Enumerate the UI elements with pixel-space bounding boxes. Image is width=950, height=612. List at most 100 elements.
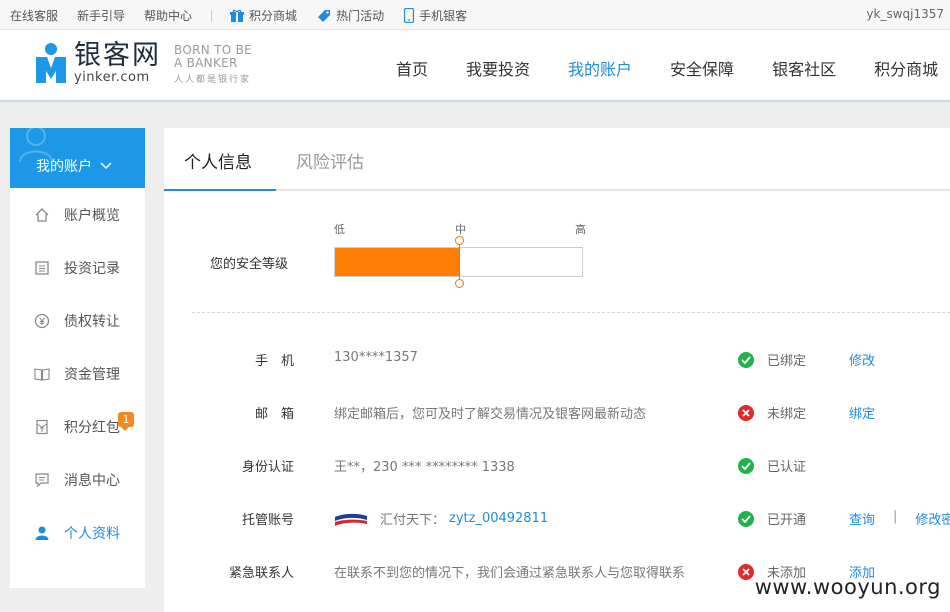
info-row-identity: 身份认证 王**，230 *** ******** 1338 已认证 xyxy=(164,453,950,477)
topbar-divider xyxy=(211,9,213,22)
sidebar-item-label: 资金管理 xyxy=(64,366,120,383)
custody-account-number[interactable]: zytz_00492811 xyxy=(449,511,548,526)
bind-email-link[interactable]: 绑定 xyxy=(849,403,875,422)
tab-risk-assessment[interactable]: 风险评估 xyxy=(296,148,364,173)
row-status: 已认证 xyxy=(738,456,806,475)
user-icon xyxy=(34,525,50,541)
tag-icon xyxy=(318,9,331,22)
nav-my-account[interactable]: 我的账户 xyxy=(568,56,632,80)
sidebar-item-points-red-packet[interactable]: 积分红包 1 xyxy=(10,400,145,453)
query-account-link[interactable]: 查询 xyxy=(849,509,875,528)
change-password-link[interactable]: 修改密码 xyxy=(915,509,950,528)
security-level-fill xyxy=(335,248,459,276)
status-text: 未绑定 xyxy=(767,407,807,422)
sidebar-item-label: 投资记录 xyxy=(64,260,120,277)
nav-home[interactable]: 首页 xyxy=(396,56,428,80)
row-value: 绑定邮箱后，您可及时了解交易情况及银客网最新动态 xyxy=(334,407,647,422)
points-mall-label: 积分商城 xyxy=(249,9,298,23)
check-circle-icon xyxy=(738,457,754,474)
sidebar-item-message-center[interactable]: 消息中心 xyxy=(10,453,145,506)
sidebar-item-label: 债权转让 xyxy=(64,313,120,330)
notification-badge: 1 xyxy=(118,412,134,431)
error-circle-icon xyxy=(738,404,754,421)
row-actions: 查询 | 修改密码 xyxy=(849,509,950,528)
row-status: 已绑定 xyxy=(738,350,806,369)
beginner-guide-link[interactable]: 新手引导 xyxy=(77,7,125,24)
row-actions: 绑定 xyxy=(849,403,875,422)
section-divider xyxy=(192,312,950,313)
row-value: 王**，230 *** ******** 1338 xyxy=(334,460,515,475)
security-level-bar xyxy=(334,236,583,288)
nav-community[interactable]: 银客社区 xyxy=(772,56,836,80)
info-row-custody-account: 托管账号 汇付天下： zytz_00492811 已开通 查询 | 修改密码 xyxy=(164,506,950,530)
modify-phone-link[interactable]: 修改 xyxy=(849,350,875,369)
status-text: 已绑定 xyxy=(767,354,807,369)
sidebar-item-label: 消息中心 xyxy=(64,472,120,489)
book-icon xyxy=(34,366,50,382)
row-key: 身份认证 xyxy=(241,460,294,475)
site-logo[interactable]: 银客网 yinker.com xyxy=(34,41,161,85)
chevron-down-icon xyxy=(100,162,112,170)
watermark: www.wooyun.org xyxy=(754,575,941,599)
slogan-chinese: 人人都是银行家 xyxy=(174,75,252,85)
site-header: 银客网 yinker.com BORN TO BE A BANKER 人人都是银… xyxy=(0,30,950,102)
points-mall-link[interactable]: 积分商城 xyxy=(230,7,297,24)
help-center-link[interactable]: 帮助中心 xyxy=(144,7,192,24)
row-value: 在联系不到您的情况下，我们会通过紧急联系人与您取得联系 xyxy=(334,566,686,581)
gift-icon xyxy=(230,9,245,22)
status-text: 已开通 xyxy=(767,513,807,528)
nav-invest[interactable]: 我要投资 xyxy=(466,56,530,80)
error-circle-icon xyxy=(738,563,754,580)
action-separator: | xyxy=(893,509,898,524)
check-circle-icon xyxy=(738,351,754,368)
phone-icon xyxy=(404,8,415,23)
hot-events-label: 热门活动 xyxy=(336,9,385,23)
sidebar-item-personal-profile[interactable]: 个人资料 xyxy=(10,506,145,559)
sidebar-item-label: 账户概览 xyxy=(64,207,120,224)
tab-bar: 个人信息 风险评估 xyxy=(164,128,950,191)
mobile-app-label: 手机银客 xyxy=(419,9,468,23)
row-value: 130****1357 xyxy=(334,350,418,365)
custody-provider: 汇付天下： xyxy=(380,513,446,528)
account-sidebar: 我的账户 账户概览 投资记录 债权转让 资金管理 积分红包 1 消息中心 个人资… xyxy=(10,128,145,588)
row-key: 手 机 xyxy=(254,354,294,369)
logo-domain: yinker.com xyxy=(74,70,150,85)
status-text: 已认证 xyxy=(767,460,807,475)
online-service-link[interactable]: 在线客服 xyxy=(10,7,58,24)
tick-low: 低 xyxy=(334,223,345,236)
row-actions: 修改 xyxy=(849,350,875,369)
tick-high: 高 xyxy=(575,223,586,236)
chinapnr-logo-icon xyxy=(335,513,367,526)
sidebar-item-label: 积分红包 xyxy=(64,419,120,436)
slogan-line-2: A BANKER xyxy=(174,56,238,70)
row-status: 已开通 xyxy=(738,509,806,528)
check-circle-icon xyxy=(738,510,754,527)
row-status: 未绑定 xyxy=(738,403,806,422)
sidebar-header[interactable]: 我的账户 xyxy=(10,128,145,188)
row-key: 邮 箱 xyxy=(254,407,294,422)
security-level-label: 您的安全等级 xyxy=(210,257,289,272)
sidebar-title: 我的账户 xyxy=(36,159,92,175)
username-link[interactable]: yk_swqj1357 xyxy=(866,7,944,21)
info-row-phone: 手 机 130****1357 已绑定 修改 xyxy=(164,347,950,371)
nav-points-mall[interactable]: 积分商城 xyxy=(874,56,938,80)
sidebar-item-overview[interactable]: 账户概览 xyxy=(10,188,145,241)
row-value: 汇付天下： zytz_00492811 xyxy=(334,509,548,528)
main-panel: 个人信息 风险评估 您的安全等级 低 中 高 手 机 130****1357 已… xyxy=(164,128,950,612)
sidebar-item-fund-management[interactable]: 资金管理 xyxy=(10,347,145,400)
tick-medium: 中 xyxy=(455,223,466,236)
security-level-section: 您的安全等级 低 中 高 xyxy=(164,191,950,311)
nav-security[interactable]: 安全保障 xyxy=(670,56,734,80)
sidebar-item-investment-records[interactable]: 投资记录 xyxy=(10,241,145,294)
logo-chinese-name: 银客网 xyxy=(74,40,161,71)
sidebar-item-debt-transfer[interactable]: 债权转让 xyxy=(10,294,145,347)
hot-events-link[interactable]: 热门活动 xyxy=(317,7,384,24)
tab-personal-info[interactable]: 个人信息 xyxy=(184,148,252,173)
row-key: 紧急联系人 xyxy=(228,566,294,581)
message-icon xyxy=(34,472,50,488)
row-key: 托管账号 xyxy=(241,513,294,528)
yinker-logo-icon xyxy=(36,43,66,83)
sidebar-item-label: 个人资料 xyxy=(64,525,120,542)
mobile-app-link[interactable]: 手机银客 xyxy=(404,7,467,24)
list-icon xyxy=(34,260,50,276)
